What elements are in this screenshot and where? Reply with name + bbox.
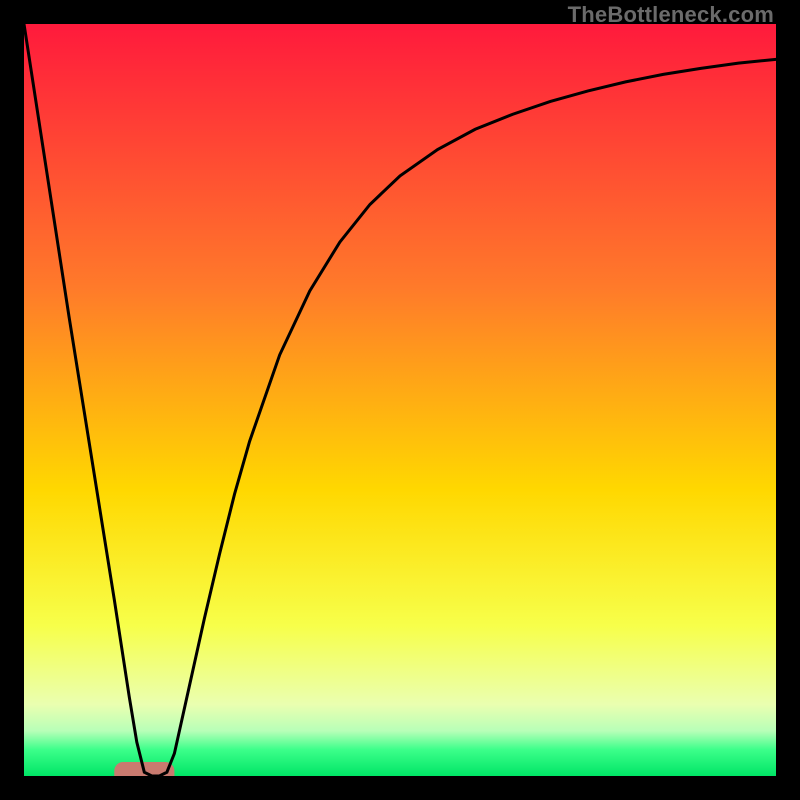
chart-frame: TheBottleneck.com: [0, 0, 800, 800]
bottleneck-chart: [24, 24, 776, 776]
plot-area: [24, 24, 776, 776]
gradient-background: [24, 24, 776, 776]
